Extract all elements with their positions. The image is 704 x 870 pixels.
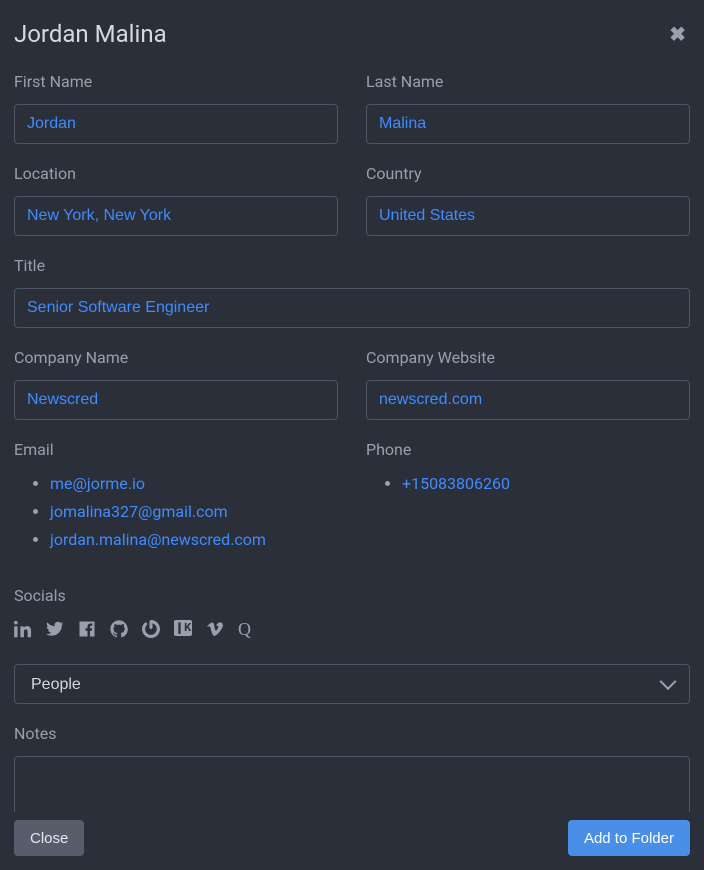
phone-label: Phone: [366, 438, 690, 462]
email-link[interactable]: jordan.malina@newscred.com: [50, 530, 266, 549]
first-name-field[interactable]: [14, 104, 338, 144]
notes-label: Notes: [14, 722, 690, 746]
quora-icon[interactable]: Q: [238, 620, 251, 638]
email-link[interactable]: me@jorme.io: [50, 474, 145, 493]
close-icon[interactable]: ✖: [665, 24, 690, 44]
gravatar-icon[interactable]: [142, 620, 160, 638]
socials-label: Socials: [14, 584, 690, 608]
email-label: Email: [14, 438, 338, 462]
facebook-icon[interactable]: [78, 620, 96, 638]
list-item: me@jorme.io: [50, 472, 338, 496]
last-name-label: Last Name: [366, 70, 690, 94]
phone-list: +15083806260: [366, 472, 690, 496]
list-item: jomalina327@gmail.com: [50, 500, 338, 524]
vimeo-icon[interactable]: [206, 620, 224, 638]
country-label: Country: [366, 162, 690, 186]
modal-header: Jordan Malina ✖: [0, 0, 704, 70]
klout-icon[interactable]: ❙K: [174, 620, 192, 636]
contact-modal: Jordan Malina ✖ First Name Last Name Loc…: [0, 0, 704, 870]
last-name-field[interactable]: [366, 104, 690, 144]
list-item: +15083806260: [402, 472, 690, 496]
country-field[interactable]: [366, 196, 690, 236]
close-button[interactable]: Close: [14, 820, 84, 856]
company-name-field[interactable]: [14, 380, 338, 420]
modal-title: Jordan Malina: [14, 16, 167, 52]
first-name-label: First Name: [14, 70, 338, 94]
location-field[interactable]: [14, 196, 338, 236]
modal-footer: Close Add to Folder: [0, 812, 704, 870]
twitter-icon[interactable]: [46, 620, 64, 638]
email-list: me@jorme.io jomalina327@gmail.com jordan…: [14, 472, 338, 552]
folder-select-wrap: People: [14, 664, 690, 704]
phone-link[interactable]: +15083806260: [402, 474, 510, 493]
social-icons: ❙K Q: [14, 620, 690, 638]
company-website-label: Company Website: [366, 346, 690, 370]
email-link[interactable]: jomalina327@gmail.com: [50, 502, 228, 521]
title-field[interactable]: [14, 288, 690, 328]
modal-body: First Name Last Name Location Country Ti…: [0, 70, 704, 812]
linkedin-icon[interactable]: [14, 620, 32, 638]
company-name-label: Company Name: [14, 346, 338, 370]
list-item: jordan.malina@newscred.com: [50, 528, 338, 552]
company-website-field[interactable]: [366, 380, 690, 420]
title-label: Title: [14, 254, 690, 278]
notes-field[interactable]: [14, 756, 690, 812]
github-icon[interactable]: [110, 620, 128, 638]
folder-select[interactable]: People: [14, 664, 690, 704]
location-label: Location: [14, 162, 338, 186]
add-to-folder-button[interactable]: Add to Folder: [568, 820, 690, 856]
